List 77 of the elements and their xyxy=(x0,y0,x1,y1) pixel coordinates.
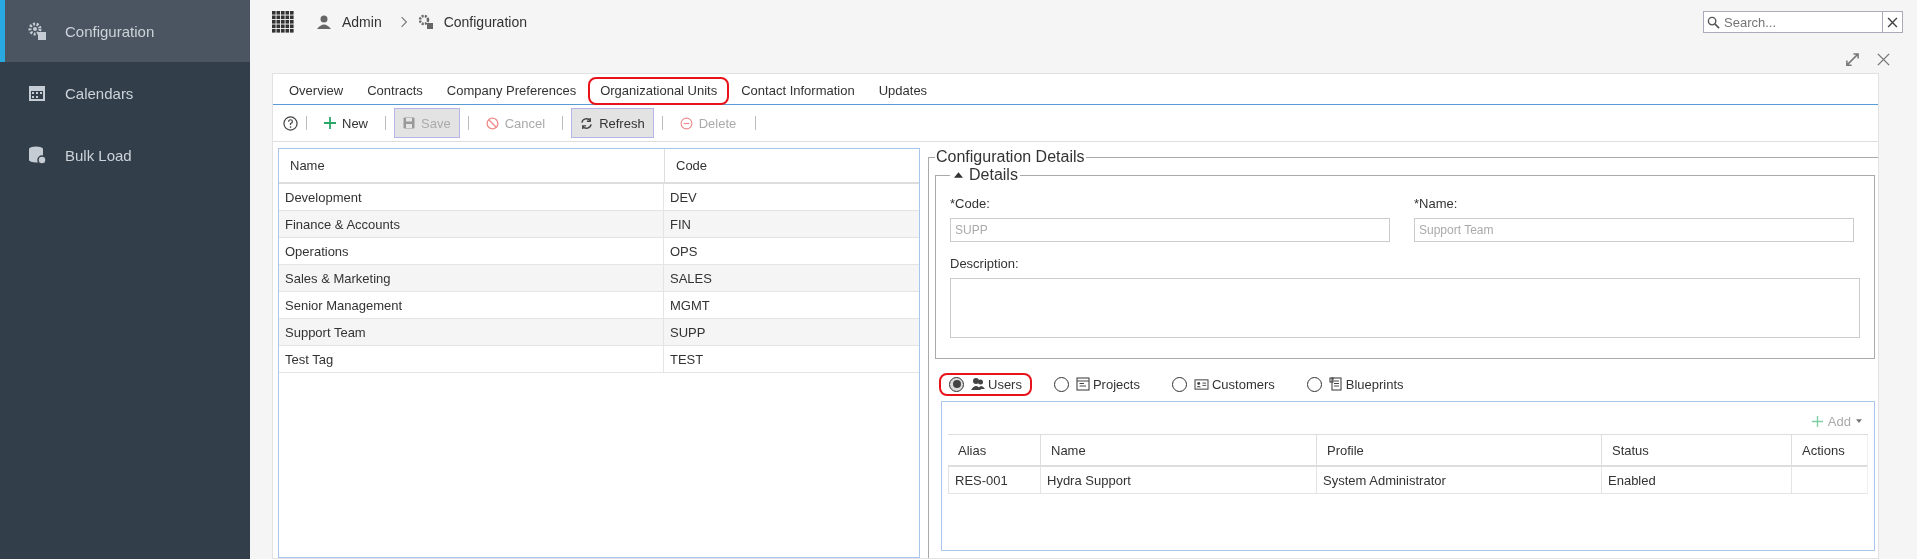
toolbar-button[interactable]: New xyxy=(315,108,377,138)
minus-circle-icon xyxy=(679,116,693,130)
caret-up-icon[interactable] xyxy=(954,172,963,178)
prohibited-icon xyxy=(485,116,499,130)
radio-button[interactable] xyxy=(949,376,964,392)
table-cell: FIN xyxy=(663,211,919,237)
chevron-right-icon xyxy=(399,16,408,28)
table-cell: TEST xyxy=(663,346,919,372)
sidebar-item[interactable]: Bulk Load xyxy=(0,124,250,186)
close-icon xyxy=(1887,16,1898,28)
radio-option[interactable]: Blueprints xyxy=(1296,372,1414,396)
refresh-icon xyxy=(580,116,594,130)
tab[interactable]: Overview xyxy=(277,77,356,105)
gear-icon xyxy=(417,14,434,30)
table-cell: SUPP xyxy=(663,319,919,345)
column-header[interactable]: Name xyxy=(279,149,664,182)
column-header[interactable]: Code xyxy=(664,149,919,182)
field-label: *Code: xyxy=(950,196,991,211)
column-header[interactable]: Alias xyxy=(948,435,1040,467)
tab[interactable]: Contact Information xyxy=(729,77,867,105)
breadcrumb-link[interactable]: Admin xyxy=(342,14,382,30)
table-cell-text: Operations xyxy=(284,242,350,261)
radio-option[interactable]: Customers xyxy=(1161,372,1285,396)
clear-button[interactable] xyxy=(1883,11,1903,33)
radio-button[interactable] xyxy=(1306,376,1322,392)
section-title: Details xyxy=(969,166,1018,184)
user-icon xyxy=(316,14,332,30)
description-field[interactable] xyxy=(950,278,1860,338)
table-cell: Enabled xyxy=(1601,467,1791,494)
table-cell-text: Finance & Accounts xyxy=(284,215,401,234)
help-icon[interactable] xyxy=(283,115,298,131)
sidebar-item[interactable]: Calendars xyxy=(0,62,250,124)
tab[interactable]: Updates xyxy=(866,77,940,105)
column-header[interactable]: Profile xyxy=(1316,435,1601,467)
table-cell: System Administrator xyxy=(1316,467,1601,494)
radio-option[interactable]: Projects xyxy=(1043,372,1150,396)
table-cell: SALES xyxy=(663,265,919,291)
close-icon[interactable] xyxy=(1876,52,1891,67)
column-header[interactable]: Name xyxy=(1040,435,1316,467)
section-title: Configuration Details xyxy=(935,148,1086,166)
table-cell-text: Sales & Marketing xyxy=(284,269,392,288)
table-cell-text: Test Tag xyxy=(284,350,335,369)
table-cell: OPS xyxy=(663,238,919,264)
field-label: *Name: xyxy=(1414,196,1459,211)
table-cell: MGMT xyxy=(663,292,919,318)
tab[interactable]: Organizational Units xyxy=(588,77,730,105)
app-grid-icon[interactable] xyxy=(272,11,294,33)
toolbar-button[interactable]: Refresh xyxy=(571,108,654,138)
field-label: Description: xyxy=(950,256,1020,271)
database-icon xyxy=(27,145,47,165)
document-list-icon xyxy=(1075,377,1090,391)
search-icon xyxy=(1707,16,1720,29)
caret-down-icon xyxy=(1856,419,1862,423)
plus-icon xyxy=(324,117,336,129)
scroll-icon xyxy=(1328,377,1343,391)
plus-icon xyxy=(1811,415,1823,427)
breadcrumb-item: Configuration xyxy=(443,14,527,30)
radio-button[interactable] xyxy=(1171,376,1187,392)
table-cell-text: Development xyxy=(284,188,363,207)
column-header[interactable]: Status xyxy=(1601,435,1791,467)
radio-button[interactable] xyxy=(1053,376,1069,392)
search-field[interactable]: Search... xyxy=(1703,11,1883,33)
radio-option[interactable]: Users xyxy=(939,372,1032,396)
tab[interactable]: Contracts xyxy=(355,77,435,105)
id-card-icon xyxy=(1193,377,1209,391)
column-header[interactable]: Actions xyxy=(1791,435,1867,467)
gear-icon xyxy=(27,21,47,41)
users-icon xyxy=(971,377,985,391)
expand-icon[interactable] xyxy=(1845,52,1860,67)
table-cell-text: Senior Management xyxy=(284,296,404,315)
calendar-icon xyxy=(27,83,47,103)
table-cell: Hydra Support xyxy=(1040,467,1316,494)
table-cell: RES-001 xyxy=(948,467,1040,494)
sidebar-item[interactable]: Configuration xyxy=(0,0,250,62)
table-cell-text: Support Team xyxy=(284,323,367,342)
tab[interactable]: Company Preferences xyxy=(434,77,589,105)
table-cell: DEV xyxy=(663,184,919,210)
